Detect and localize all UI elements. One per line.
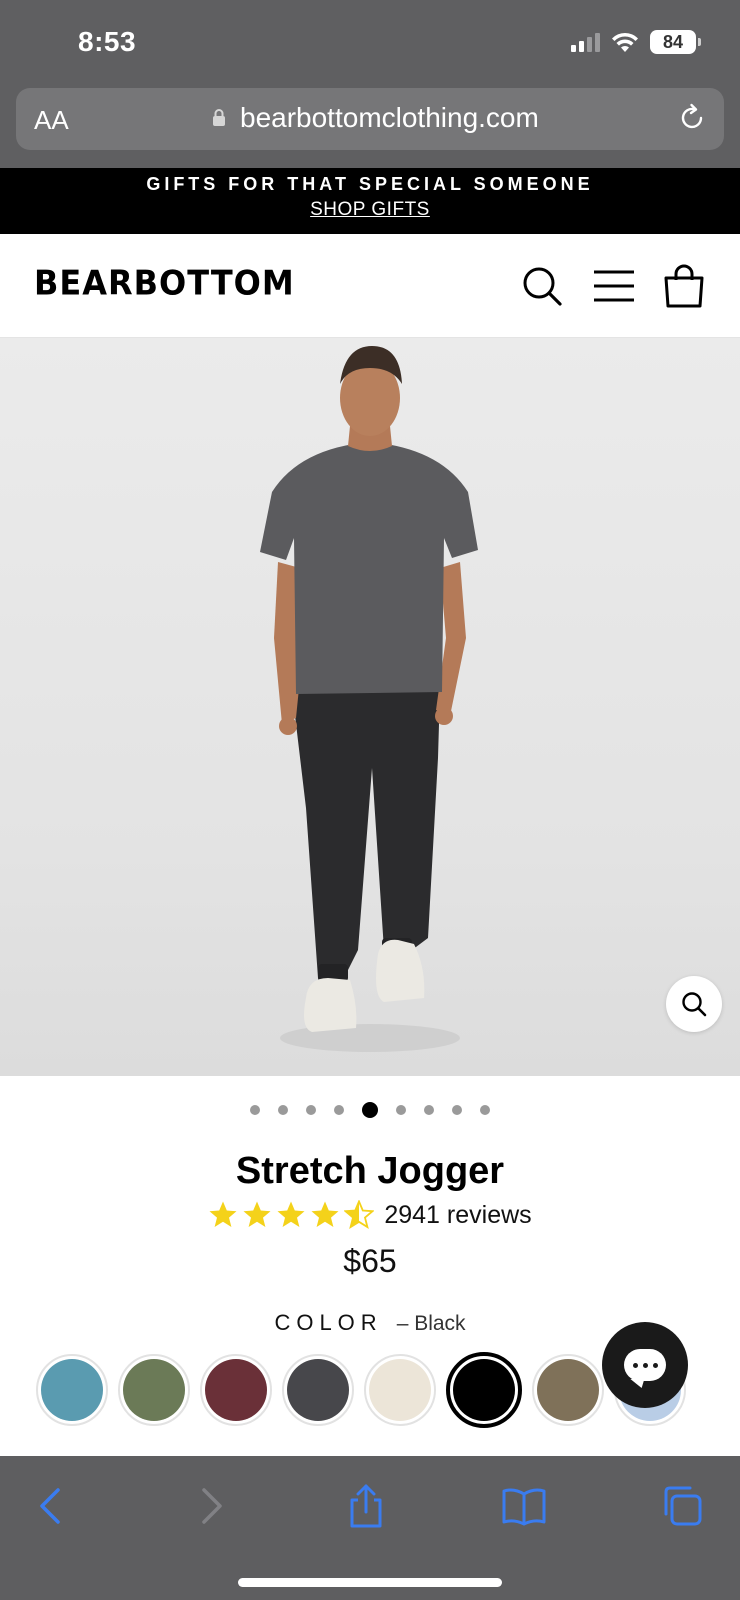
swatch-fill	[205, 1359, 267, 1421]
product-rating[interactable]: 2941 reviews	[0, 1200, 740, 1230]
color-swatch[interactable]	[282, 1354, 354, 1426]
status-icons: 84	[571, 28, 701, 56]
swatch-fill	[123, 1359, 185, 1421]
battery-icon: 84	[650, 30, 701, 54]
carousel-dot[interactable]	[480, 1105, 490, 1115]
forward-icon[interactable]	[188, 1484, 232, 1528]
color-label: COLOR	[274, 1310, 383, 1335]
color-swatch[interactable]	[118, 1354, 190, 1426]
chat-button[interactable]	[602, 1322, 688, 1408]
color-swatch[interactable]	[446, 1352, 522, 1428]
swatch-fill	[369, 1359, 431, 1421]
shop-gifts-link[interactable]: SHOP GIFTS	[310, 199, 430, 221]
carousel-dot[interactable]	[424, 1105, 434, 1115]
url-text[interactable]: bearbottomclothing.com	[240, 102, 539, 134]
browser-chrome: 8:53 84 AA bearbottomclothing.com	[0, 0, 740, 168]
home-indicator	[238, 1578, 502, 1587]
carousel-dot[interactable]	[362, 1102, 378, 1118]
model-figure	[260, 346, 478, 1052]
star-icon	[311, 1201, 339, 1227]
carousel-dot[interactable]	[306, 1105, 316, 1115]
product-title: Stretch Jogger	[235, 1150, 505, 1192]
bookmarks-icon[interactable]	[502, 1484, 546, 1528]
selected-color-name: – Black	[396, 1312, 466, 1335]
star-icon	[277, 1201, 305, 1227]
review-count[interactable]: 2941 reviews	[384, 1201, 531, 1230]
tabs-icon[interactable]	[660, 1484, 704, 1528]
product-image[interactable]	[0, 338, 740, 1076]
menu-icon[interactable]	[592, 264, 636, 308]
promo-banner: GIFTS FOR THAT SPECIAL SOMEONE SHOP GIFT…	[0, 168, 740, 234]
color-swatch[interactable]	[364, 1354, 436, 1426]
reload-icon[interactable]	[676, 102, 708, 134]
promo-title: GIFTS FOR THAT SPECIAL SOMEONE	[146, 174, 594, 194]
star-half-icon	[344, 1200, 375, 1229]
carousel-dot[interactable]	[278, 1105, 288, 1115]
color-swatch[interactable]	[36, 1354, 108, 1426]
status-time: 8:53	[78, 26, 137, 57]
carousel-dot[interactable]	[250, 1105, 260, 1115]
star-icon	[243, 1201, 271, 1227]
chat-icon	[624, 1349, 666, 1381]
shopping-bag-icon[interactable]	[662, 264, 706, 308]
search-icon[interactable]	[520, 264, 564, 308]
product-price: $65	[343, 1243, 397, 1279]
bearbottom-logo[interactable]: BEARBOTTOM	[34, 263, 295, 303]
swatch-fill	[453, 1359, 515, 1421]
text-size-button[interactable]: AA	[34, 105, 69, 136]
swatch-fill	[287, 1359, 349, 1421]
carousel-dot[interactable]	[334, 1105, 344, 1115]
cellular-signal-icon	[571, 32, 600, 52]
swatch-fill	[41, 1359, 103, 1421]
lock-icon	[213, 109, 225, 126]
zoom-button[interactable]	[666, 976, 722, 1032]
carousel-dot[interactable]	[396, 1105, 406, 1115]
share-icon[interactable]	[344, 1484, 388, 1528]
color-swatches	[36, 1352, 686, 1428]
color-swatch[interactable]	[200, 1354, 272, 1426]
zoom-icon	[682, 992, 707, 1017]
swatch-fill	[537, 1359, 599, 1421]
address-bar[interactable]: AA bearbottomclothing.com	[16, 88, 724, 150]
star-rating	[208, 1200, 375, 1230]
carousel-dots[interactable]	[0, 1102, 740, 1118]
star-icon	[209, 1201, 237, 1227]
site-header: BEARBOTTOM	[0, 234, 740, 338]
back-icon[interactable]	[30, 1484, 74, 1528]
text-size-label: AA	[34, 105, 69, 135]
wifi-icon	[612, 32, 638, 52]
carousel-dot[interactable]	[452, 1105, 462, 1115]
color-swatch[interactable]	[532, 1354, 604, 1426]
